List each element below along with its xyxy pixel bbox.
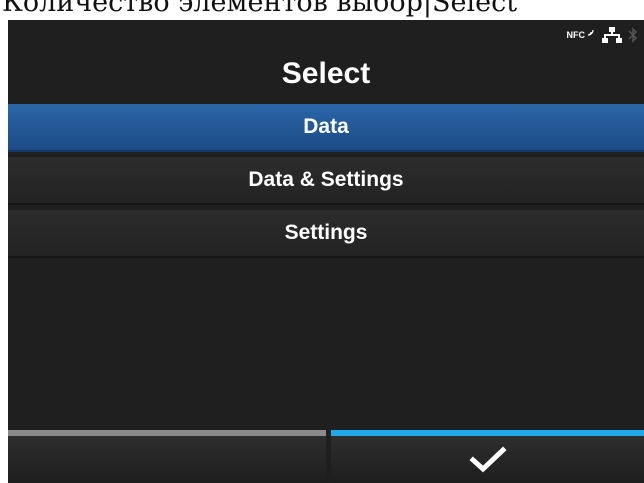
bluetooth-icon [628,27,638,43]
network-icon [602,27,622,43]
page-title: Select [281,57,371,90]
checkmark-icon [468,445,507,472]
left-softkey-button[interactable] [8,430,326,483]
menu-item-data[interactable]: Data [8,104,644,152]
nfc-label: NFC [566,30,586,40]
nfc-waves-icon [587,29,594,36]
document-caption: Количество элементов выбор|Select [2,0,518,18]
menu-item-label: Settings [284,221,368,244]
printer-display: NFC Select Data Data & Settings Settings [8,20,644,483]
menu-item-settings[interactable]: Settings [8,210,644,258]
menu-item-label: Data & Settings [248,168,404,191]
menu-item-label: Data [303,115,349,138]
status-icons: NFC [567,24,639,46]
confirm-softkey-button[interactable] [331,430,644,483]
nfc-icon: NFC [566,29,597,40]
title-bar: Select [8,48,644,100]
menu-item-data-and-settings[interactable]: Data & Settings [8,157,644,205]
page: Количество элементов выбор|Select NFC Se… [0,0,644,483]
